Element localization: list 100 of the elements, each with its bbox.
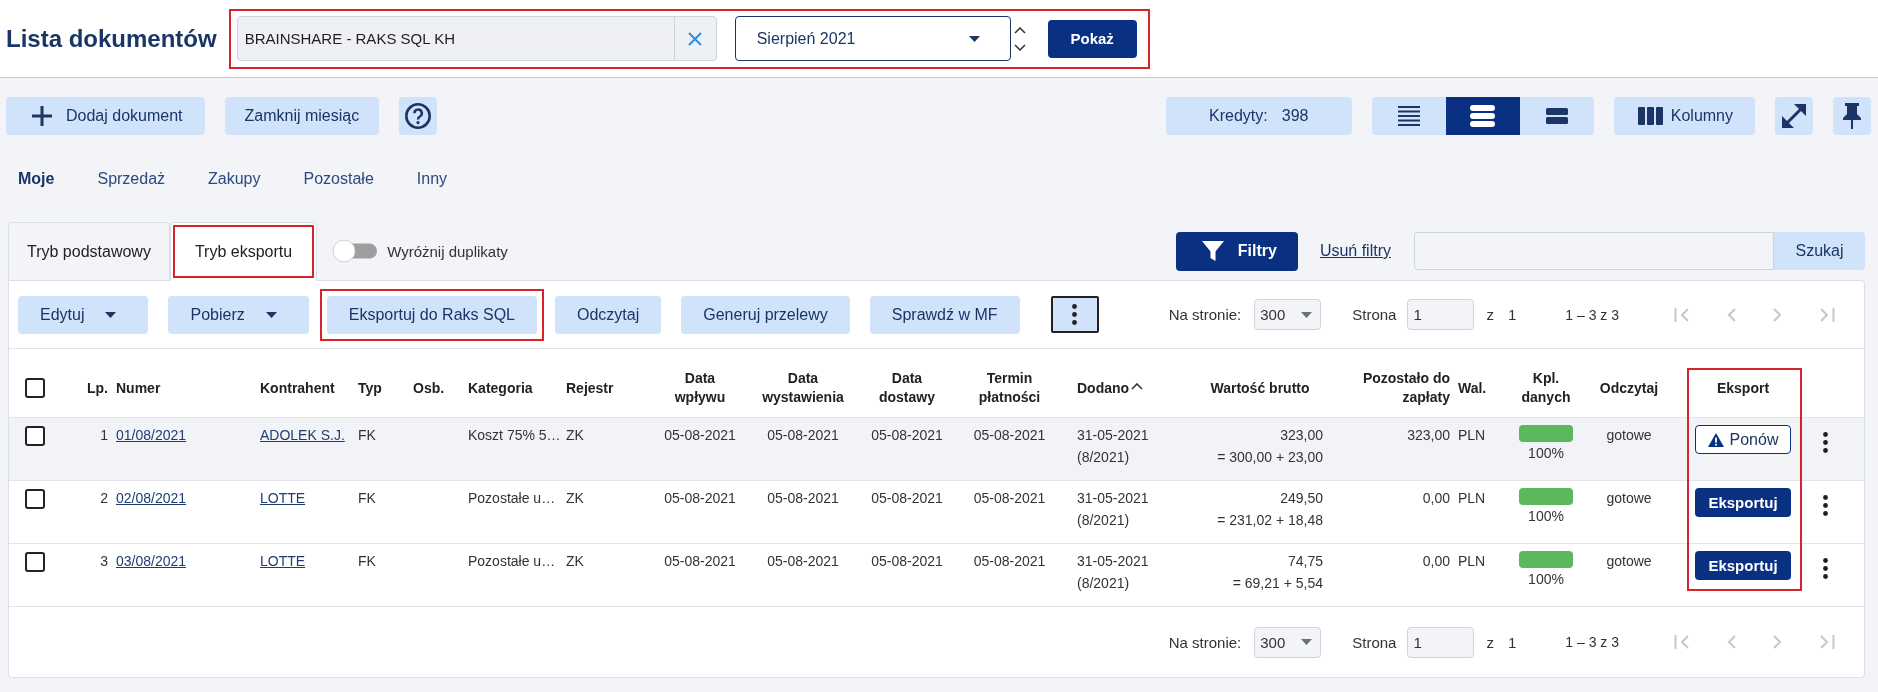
columns-button[interactable]: Kolumny	[1613, 97, 1755, 135]
nav-tab[interactable]: Moje	[18, 170, 55, 188]
page-title: Lista dokumentów	[6, 24, 217, 53]
range-label: 1 – 3 z 3	[1565, 306, 1619, 323]
per-page-label: Na stronie:	[1168, 633, 1242, 651]
more-button[interactable]	[1050, 296, 1099, 333]
added-period: (8/2021)	[1077, 511, 1130, 530]
range-label: 1 – 3 z 3	[1565, 634, 1619, 650]
page-input[interactable]: 1	[1407, 626, 1475, 658]
expand-button[interactable]	[1775, 97, 1813, 135]
contractor-link[interactable]: ADOLEK S.J.	[260, 424, 345, 446]
mode-tab[interactable]: Tryb eksportu	[169, 222, 318, 281]
page-label: Strona	[1352, 633, 1397, 651]
contractor-link[interactable]: LOTTE	[260, 550, 306, 572]
action-button[interactable]: Odczytaj	[555, 295, 662, 334]
checkbox[interactable]	[25, 489, 45, 509]
chevron-down-icon[interactable]	[1013, 43, 1026, 51]
action-button[interactable]: Eksportuj do Raks SQL	[326, 295, 537, 334]
view-mode-button[interactable]	[1445, 97, 1520, 135]
pin-button[interactable]	[1833, 97, 1871, 135]
nav-tab[interactable]: Inny	[416, 170, 448, 188]
view-mode-button[interactable]	[1371, 97, 1446, 135]
retry-button[interactable]: Ponów	[1695, 425, 1791, 454]
plus-icon	[32, 106, 52, 126]
table-cell-text: PLN	[1458, 426, 1486, 445]
toggle-label: Wyróżnij duplikaty	[387, 242, 508, 260]
column-header[interactable]: Lp.	[87, 378, 108, 398]
page-input[interactable]: 1	[1407, 299, 1475, 330]
table-cell-text: 05-08-2021	[767, 552, 839, 571]
add-document-button[interactable]: Dodaj dokument	[6, 97, 205, 135]
table-cell-text: ZK	[566, 489, 584, 508]
column-header[interactable]: Data wystawienia	[755, 369, 851, 407]
contractor-link[interactable]: LOTTE	[260, 487, 306, 509]
more-icon[interactable]	[1823, 432, 1828, 453]
export-button[interactable]: Eksportuj	[1695, 551, 1791, 580]
column-header[interactable]: Data wpływu	[660, 369, 740, 407]
document-link[interactable]: 03/08/2021	[116, 550, 187, 572]
chevron-up-icon[interactable]	[1013, 26, 1026, 34]
nav-tab[interactable]: Zakupy	[208, 170, 261, 188]
search-field[interactable]	[1414, 232, 1774, 270]
column-header[interactable]: Osb.	[413, 378, 445, 398]
export-button[interactable]: Eksportuj	[1695, 488, 1791, 517]
column-header[interactable]: Rejestr	[566, 378, 614, 398]
checkbox[interactable]	[25, 552, 45, 572]
document-link[interactable]: 01/08/2021	[116, 424, 187, 446]
column-header[interactable]: Wal.	[1458, 378, 1487, 398]
filter-button[interactable]: Filtry	[1175, 231, 1298, 271]
search-button[interactable]: Szukaj	[1774, 232, 1865, 270]
gross-breakdown: = 69,21 + 5,54	[1232, 574, 1323, 593]
more-icon[interactable]	[1072, 304, 1078, 325]
action-button[interactable]: Sprawdź w MF	[869, 295, 1020, 334]
column-header[interactable]: Kpl. danych	[1513, 369, 1579, 407]
page-of-label: z	[1486, 633, 1494, 651]
column-header[interactable]: Kontrahent	[260, 378, 335, 398]
view-mode-button[interactable]	[1519, 97, 1594, 135]
clear-filters-link[interactable]: Usuń filtry	[1319, 242, 1391, 260]
added-period: (8/2021)	[1077, 448, 1130, 467]
close-icon	[688, 31, 703, 46]
per-page-select[interactable]: 300	[1254, 626, 1322, 658]
column-header[interactable]: Dodano	[1077, 378, 1144, 398]
help-button[interactable]	[399, 97, 438, 135]
action-button[interactable]: Pobierz	[168, 295, 309, 334]
table-cell-text: ZK	[566, 552, 584, 571]
show-button[interactable]: Pokaż	[1047, 19, 1137, 58]
more-icon[interactable]	[1823, 495, 1828, 516]
table-cell-text: 0,00	[1422, 552, 1450, 571]
document-link[interactable]: 02/08/2021	[116, 487, 187, 509]
toolbar-button[interactable]: Zamknij miesiąc	[224, 97, 380, 135]
month-select[interactable]: Sierpień 2021	[734, 16, 1011, 61]
table-cell-text: FK	[358, 426, 376, 445]
more-icon[interactable]	[1823, 558, 1828, 579]
column-header[interactable]: Pozostało do zapłaty	[1350, 369, 1450, 407]
column-header[interactable]: Eksport	[1716, 378, 1770, 398]
page-of-label: z	[1486, 306, 1494, 323]
action-button[interactable]: Generuj przelewy	[681, 295, 850, 334]
column-header[interactable]: Odczytaj	[1599, 378, 1659, 398]
table-cell-text: Pozostałe u…	[468, 489, 556, 508]
table-cell-text: 323,00	[1407, 426, 1450, 445]
column-header[interactable]: Typ	[358, 378, 382, 398]
per-page-select[interactable]: 300	[1254, 299, 1322, 330]
toggle-switch[interactable]	[332, 239, 379, 263]
list-icon	[1470, 105, 1496, 127]
action-button[interactable]: Edytuj	[18, 295, 149, 334]
column-header[interactable]: Data dostawy	[867, 369, 947, 407]
nav-tab[interactable]: Pozostałe	[303, 170, 374, 188]
checkbox[interactable]	[25, 378, 45, 398]
column-header[interactable]: Wartość brutto	[1210, 378, 1310, 398]
column-header[interactable]: Kategoria	[468, 378, 533, 398]
table-cell-text: FK	[358, 489, 376, 508]
company-field[interactable]: BRAINSHARE - RAKS SQL KH	[236, 16, 717, 61]
nav-tab[interactable]: Sprzedaż	[97, 170, 166, 188]
table-cell-text: 05-08-2021	[973, 552, 1046, 571]
completeness-value: 100%	[1528, 570, 1564, 589]
caret-icon	[265, 311, 277, 318]
wide-list-icon	[1545, 108, 1568, 124]
column-header[interactable]: Numer	[116, 378, 161, 398]
mode-tab[interactable]: Tryb podstawowy	[8, 222, 170, 280]
checkbox[interactable]	[25, 426, 45, 446]
column-header[interactable]: Termin płatności	[969, 369, 1050, 407]
caret-icon	[1301, 639, 1313, 645]
